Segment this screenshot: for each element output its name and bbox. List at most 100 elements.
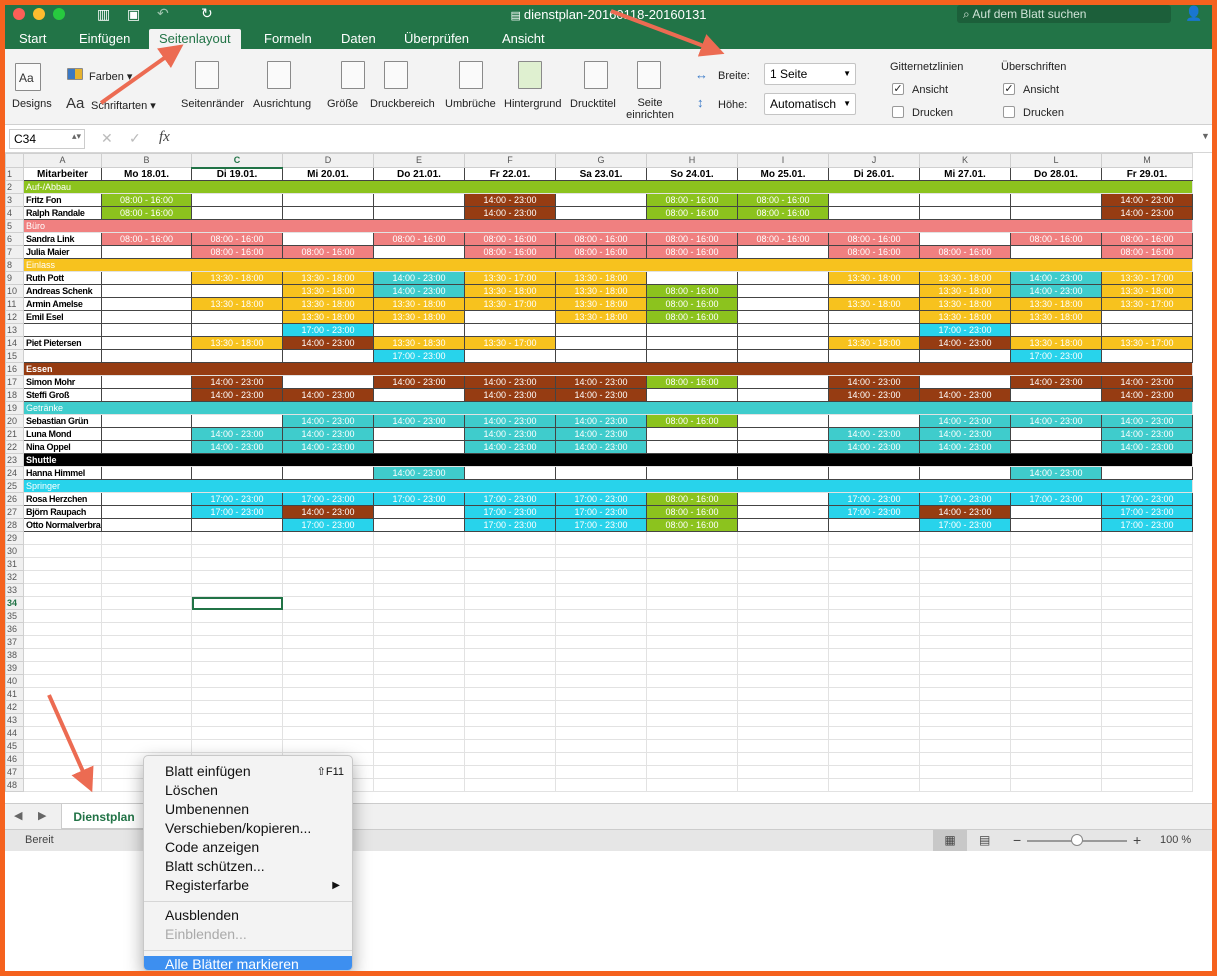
cell[interactable] xyxy=(101,739,192,753)
cell[interactable] xyxy=(646,648,738,662)
shift-cell[interactable] xyxy=(1101,349,1193,363)
shift-cell[interactable]: 13:30 - 18:00 xyxy=(1010,336,1102,350)
header-cell-day[interactable]: Di 26.01. xyxy=(828,167,920,181)
cell[interactable] xyxy=(1101,778,1193,792)
shift-cell[interactable] xyxy=(464,323,556,337)
cell[interactable] xyxy=(737,700,829,714)
category-cell[interactable]: Büro xyxy=(23,219,1193,233)
cell[interactable] xyxy=(191,713,283,727)
cell[interactable] xyxy=(23,596,102,610)
column-header-A[interactable]: A xyxy=(23,153,102,168)
shift-cell[interactable] xyxy=(646,349,738,363)
hintergrund-icon[interactable] xyxy=(518,61,542,89)
cell[interactable] xyxy=(191,635,283,649)
cell[interactable] xyxy=(373,752,465,766)
cell[interactable] xyxy=(101,674,192,688)
cell[interactable] xyxy=(23,544,102,558)
shift-cell[interactable] xyxy=(737,414,829,428)
cell[interactable] xyxy=(373,661,465,675)
shift-cell[interactable] xyxy=(373,388,465,402)
cell[interactable] xyxy=(919,583,1011,597)
cell[interactable] xyxy=(1101,583,1193,597)
cell[interactable] xyxy=(282,609,374,623)
cell[interactable] xyxy=(464,713,556,727)
cell[interactable] xyxy=(919,752,1011,766)
formula-input[interactable] xyxy=(185,129,1195,149)
cell[interactable] xyxy=(1010,531,1102,545)
cell[interactable] xyxy=(373,726,465,740)
row-header[interactable]: 37 xyxy=(5,635,24,649)
cell[interactable] xyxy=(282,674,374,688)
cell[interactable] xyxy=(373,635,465,649)
sheet-tab-dienstplan[interactable]: Dienstplan xyxy=(61,804,147,829)
cell[interactable] xyxy=(1010,622,1102,636)
drucktitel-button[interactable]: Drucktitel xyxy=(570,98,616,110)
cell[interactable] xyxy=(737,570,829,584)
cell[interactable] xyxy=(191,726,283,740)
cell[interactable] xyxy=(101,713,192,727)
shift-cell[interactable]: 08:00 - 16:00 xyxy=(101,193,192,207)
cell[interactable] xyxy=(101,531,192,545)
cell[interactable] xyxy=(828,570,920,584)
cell[interactable] xyxy=(646,778,738,792)
cell[interactable] xyxy=(919,531,1011,545)
row-header[interactable]: 22 xyxy=(5,440,24,454)
shift-cell[interactable]: 13:30 - 18:00 xyxy=(464,284,556,298)
gitternetz-ansicht-checkbox[interactable]: ✓ xyxy=(892,83,904,95)
shift-cell[interactable] xyxy=(191,323,283,337)
category-cell[interactable]: Einlass xyxy=(23,258,1193,272)
shift-cell[interactable] xyxy=(646,336,738,350)
shift-cell[interactable]: 17:00 - 23:00 xyxy=(282,518,374,532)
shift-cell[interactable]: 13:30 - 17:00 xyxy=(464,336,556,350)
shift-cell[interactable]: 14:00 - 23:00 xyxy=(464,440,556,454)
shift-cell[interactable] xyxy=(373,206,465,220)
cell[interactable] xyxy=(828,674,920,688)
tab-ansicht[interactable]: Ansicht xyxy=(502,29,545,49)
cell[interactable] xyxy=(1010,778,1102,792)
cell[interactable] xyxy=(1101,609,1193,623)
cell[interactable] xyxy=(919,713,1011,727)
shift-cell[interactable]: 08:00 - 16:00 xyxy=(646,492,738,506)
cell[interactable] xyxy=(737,544,829,558)
shift-cell[interactable] xyxy=(1010,323,1102,337)
shift-cell[interactable]: 17:00 - 23:00 xyxy=(828,492,920,506)
cell[interactable] xyxy=(464,544,556,558)
cell[interactable] xyxy=(23,648,102,662)
shift-cell[interactable]: 14:00 - 23:00 xyxy=(828,388,920,402)
ausrichtung-button[interactable]: Ausrichtung xyxy=(253,98,311,110)
shift-cell[interactable]: 13:30 - 18:00 xyxy=(1010,310,1102,324)
shift-cell[interactable] xyxy=(464,466,556,480)
cell[interactable] xyxy=(1010,713,1102,727)
ueberschriften-drucken-checkbox[interactable] xyxy=(1003,106,1015,118)
shift-cell[interactable]: 14:00 - 23:00 xyxy=(1010,271,1102,285)
cell[interactable] xyxy=(464,739,556,753)
shift-cell[interactable]: 17:00 - 23:00 xyxy=(464,518,556,532)
cell[interactable] xyxy=(23,700,102,714)
cell[interactable] xyxy=(1101,648,1193,662)
shift-cell[interactable]: 13:30 - 17:00 xyxy=(1101,297,1193,311)
shift-cell[interactable]: 17:00 - 23:00 xyxy=(1101,505,1193,519)
umbrüche-icon[interactable] xyxy=(459,61,483,89)
header-cell-day[interactable]: Fr 22.01. xyxy=(464,167,556,181)
header-cell-day[interactable]: Do 28.01. xyxy=(1010,167,1102,181)
row-header[interactable]: 30 xyxy=(5,544,24,558)
row-header[interactable]: 31 xyxy=(5,557,24,571)
zoom-slider-thumb[interactable] xyxy=(1071,834,1083,846)
cell[interactable] xyxy=(464,661,556,675)
shift-cell[interactable] xyxy=(646,466,738,480)
shift-cell[interactable]: 13:30 - 18:00 xyxy=(555,310,647,324)
shift-cell[interactable]: 08:00 - 16:00 xyxy=(101,232,192,246)
cell[interactable] xyxy=(919,544,1011,558)
cell[interactable] xyxy=(828,622,920,636)
druckbereich-icon[interactable] xyxy=(384,61,408,89)
cell[interactable] xyxy=(464,557,556,571)
row-header[interactable]: 6 xyxy=(5,232,24,246)
shift-cell[interactable]: 13:30 - 18:00 xyxy=(555,271,647,285)
shift-cell[interactable] xyxy=(1101,466,1193,480)
cell[interactable] xyxy=(828,687,920,701)
cell[interactable] xyxy=(828,778,920,792)
shift-cell[interactable]: 08:00 - 16:00 xyxy=(828,232,920,246)
shift-cell[interactable]: 17:00 - 23:00 xyxy=(555,518,647,532)
shift-cell[interactable] xyxy=(828,414,920,428)
shift-cell[interactable]: 14:00 - 23:00 xyxy=(464,427,556,441)
